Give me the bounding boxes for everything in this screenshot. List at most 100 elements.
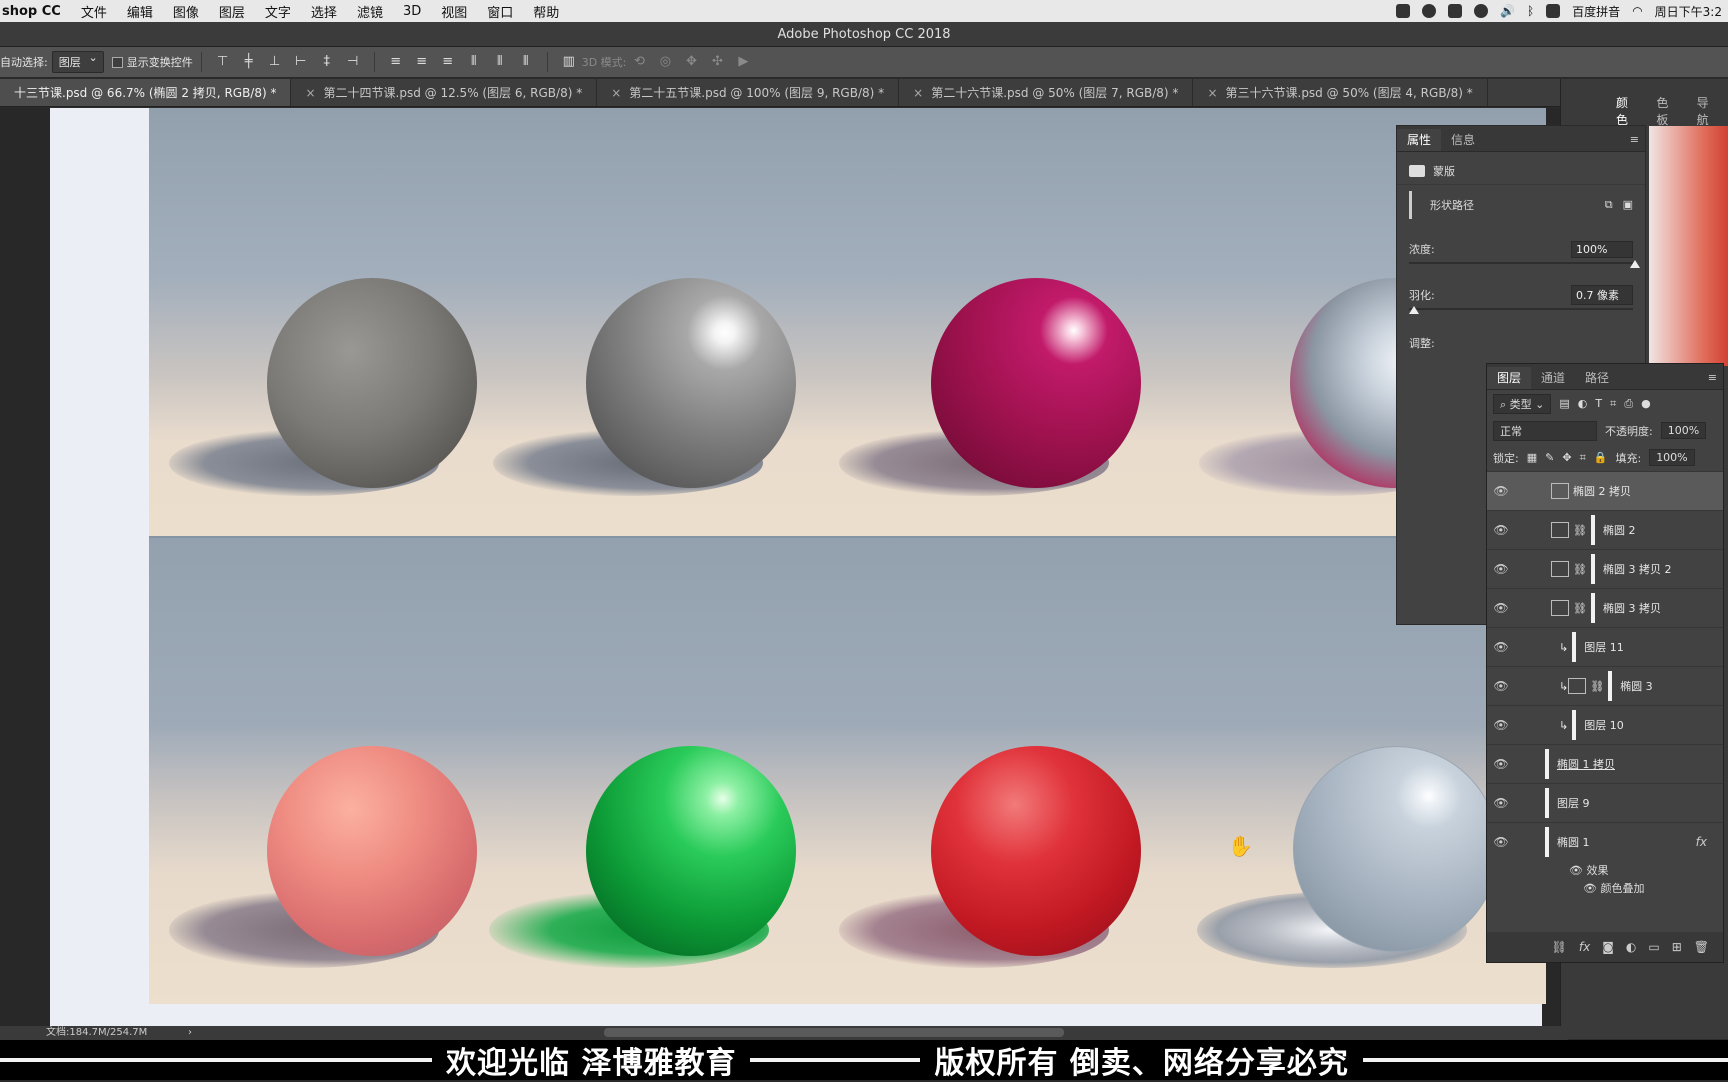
menu-help[interactable]: 帮助 [523, 2, 569, 21]
bluetooth-icon[interactable]: ᛒ [1527, 4, 1534, 18]
visibility-eye-icon[interactable]: 👁 [1487, 679, 1515, 693]
tab-properties[interactable]: 属性 [1397, 129, 1442, 151]
tab-doc-3[interactable]: × 第二十五节课.psd @ 100% (图层 9, RGB/8) * [597, 79, 900, 106]
close-icon[interactable]: × [913, 86, 923, 100]
visibility-eye-icon[interactable]: 👁 [1487, 835, 1515, 849]
pan-3d-icon[interactable]: ✥ [683, 55, 699, 69]
density-slider[interactable] [1409, 260, 1640, 268]
menu-file[interactable]: 文件 [71, 2, 117, 21]
menu-edit[interactable]: 编辑 [117, 2, 163, 21]
distribute-left-icon[interactable]: ⫴ [466, 55, 482, 69]
menu-image[interactable]: 图像 [163, 2, 209, 21]
close-icon[interactable]: × [611, 86, 621, 100]
menu-select[interactable]: 选择 [301, 2, 347, 21]
tab-navigator[interactable]: 导航 [1688, 94, 1728, 128]
panel-menu-icon[interactable]: ≡ [1630, 129, 1639, 151]
visibility-eye-icon[interactable]: 👁 [1487, 757, 1515, 771]
panel-menu-icon[interactable]: ≡ [1708, 367, 1717, 389]
filter-pixel-icon[interactable]: ▤ [1559, 397, 1569, 410]
tab-doc-1[interactable]: 十三节课.psd @ 66.7% (椭圆 2 拷贝, RGB/8) * [0, 79, 292, 106]
filter-kind-dropdown[interactable]: ⌕ 类型 ⌄ [1493, 393, 1552, 414]
visibility-eye-icon[interactable]: 👁 [1487, 601, 1515, 615]
layer-row[interactable]: 👁 图层 9 [1487, 783, 1723, 822]
camera-3d-icon[interactable]: ▶ [735, 55, 751, 69]
tab-doc-5[interactable]: × 第三十六节课.psd @ 50% (图层 4, RGB/8) * [1193, 79, 1488, 106]
filter-adjust-icon[interactable]: ◐ [1578, 397, 1588, 410]
ime-icon[interactable] [1546, 4, 1561, 18]
distribute-vcenter-icon[interactable]: ≡ [414, 55, 430, 69]
density-slider-thumb[interactable] [1630, 260, 1640, 268]
menu-filter[interactable]: 滤镜 [347, 2, 393, 21]
tab-channels[interactable]: 通道 [1531, 367, 1575, 389]
doc-size[interactable]: 文档:184.7M/254.7M [46, 1026, 147, 1040]
canvas-workspace[interactable]: ✋ [0, 108, 1568, 1026]
layer-row[interactable]: 👁 ⛓ 椭圆 3 拷贝 2 [1487, 549, 1723, 588]
roll-3d-icon[interactable]: ◎ [657, 55, 673, 69]
menu-type[interactable]: 文字 [255, 2, 301, 21]
lock-artboard-icon[interactable]: ⌗ [1580, 451, 1586, 465]
distribute-bottom-icon[interactable]: ≡ [440, 55, 456, 69]
visibility-eye-icon[interactable]: 👁 [1487, 523, 1515, 537]
align-bottom-icon[interactable]: ⊥ [267, 55, 283, 69]
density-input[interactable]: 100% [1571, 240, 1633, 258]
lock-pixels-icon[interactable]: ✎ [1545, 451, 1554, 464]
lock-transparent-icon[interactable]: ▦ [1527, 451, 1537, 464]
layer-row[interactable]: 👁 ↳ 图层 10 [1487, 705, 1723, 744]
feather-slider[interactable] [1409, 306, 1633, 314]
layer-row[interactable]: 👁 椭圆 1 拷贝 [1487, 744, 1723, 783]
lock-position-icon[interactable]: ✥ [1562, 451, 1571, 464]
color-overlay-row[interactable]: 👁 颜色叠加 [1487, 879, 1723, 897]
blend-mode-dropdown[interactable]: 正常 [1493, 420, 1597, 441]
visibility-eye-icon[interactable]: 👁 [1487, 484, 1515, 498]
show-transform-checkbox[interactable] [111, 56, 123, 68]
visibility-eye-icon[interactable]: 👁 [1569, 864, 1583, 877]
layer-row[interactable]: 👁 椭圆 2 拷贝 [1487, 471, 1723, 510]
ime-label[interactable]: 百度拼音 [1572, 3, 1620, 20]
tab-paths[interactable]: 路径 [1575, 367, 1619, 389]
align-hcenter-icon[interactable]: ‡ [319, 55, 335, 69]
tab-color[interactable]: 颜色 [1607, 94, 1647, 128]
distribute-right-icon[interactable]: ⫴ [518, 55, 534, 69]
fx-badge[interactable]: fx [1696, 835, 1707, 849]
volume-icon[interactable]: 🔊 [1500, 4, 1515, 18]
status-arrow-icon[interactable]: › [188, 1026, 192, 1040]
layer-row[interactable]: 👁 ↳ 图层 11 [1487, 627, 1723, 666]
auto-select-dropdown[interactable]: 图层 [51, 51, 104, 73]
effects-row[interactable]: 👁 效果 [1487, 861, 1723, 879]
new-adjustment-icon[interactable]: ◐ [1626, 940, 1636, 954]
clock[interactable]: 周日下午3:2 [1655, 3, 1722, 20]
layer-row[interactable]: 👁 椭圆 1 fx [1487, 822, 1723, 861]
orbit-3d-icon[interactable]: ⟲ [631, 55, 647, 69]
vector-mask-icon[interactable]: ▣ [1623, 198, 1633, 211]
align-left-icon[interactable]: ⊢ [293, 55, 309, 69]
artwork[interactable] [149, 108, 1546, 1004]
visibility-eye-icon[interactable]: 👁 [1487, 562, 1515, 576]
menu-window[interactable]: 窗口 [477, 2, 523, 21]
auto-align-icon[interactable]: ▥ [561, 55, 577, 69]
tab-doc-4[interactable]: × 第二十六节课.psd @ 50% (图层 7, RGB/8) * [899, 79, 1194, 106]
opacity-input[interactable]: 100% [1660, 422, 1707, 439]
visibility-eye-icon[interactable]: 👁 [1583, 882, 1597, 895]
tab-doc-2[interactable]: × 第二十四节课.psd @ 12.5% (图层 6, RGB/8) * [291, 79, 598, 106]
wifi-icon[interactable]: ◠ [1632, 4, 1642, 18]
app-status-icon[interactable] [1396, 4, 1411, 18]
filter-smart-icon[interactable]: ⎙ [1624, 397, 1633, 411]
menu-view[interactable]: 视图 [431, 2, 477, 21]
select-mask-icon[interactable]: ⧉ [1605, 198, 1613, 212]
close-icon[interactable]: × [305, 86, 315, 100]
align-top-icon[interactable]: ⊤ [215, 55, 231, 69]
filter-type-icon[interactable]: T [1595, 397, 1602, 410]
slide-3d-icon[interactable]: ✣ [709, 55, 725, 69]
filter-toggle-icon[interactable]: ● [1641, 397, 1651, 410]
horizontal-scrollbar[interactable] [604, 1028, 1064, 1037]
time-machine-icon[interactable] [1474, 4, 1489, 18]
moon-icon[interactable] [1422, 4, 1437, 18]
visibility-eye-icon[interactable]: 👁 [1487, 796, 1515, 810]
new-layer-icon[interactable]: ⊞ [1672, 940, 1682, 954]
new-group-icon[interactable]: ▭ [1648, 940, 1659, 954]
menu-3d[interactable]: 3D [393, 4, 431, 19]
layer-row[interactable]: 👁 ⛓ 椭圆 3 拷贝 [1487, 588, 1723, 627]
document-canvas[interactable] [50, 108, 1546, 1026]
align-right-icon[interactable]: ⊣ [345, 55, 361, 69]
link-layers-icon[interactable]: ⛓ [1552, 940, 1567, 954]
